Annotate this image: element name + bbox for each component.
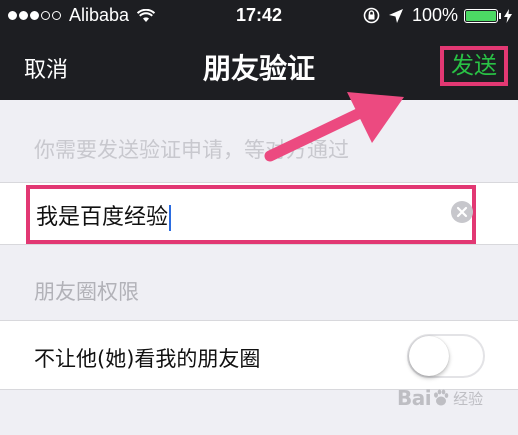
toggle-knob <box>409 336 449 376</box>
battery-percent: 100% <box>411 5 458 25</box>
watermark-brand: Bai <box>397 386 432 410</box>
hide-moments-label: 不让他(她)看我的朋友圈 <box>34 347 261 371</box>
clear-x-icon <box>456 206 468 218</box>
hide-moments-toggle[interactable] <box>407 334 485 378</box>
verification-message-input[interactable]: 我是百度经验 <box>36 199 172 231</box>
battery-fill <box>466 10 496 21</box>
status-right: 100% <box>363 5 512 26</box>
verification-message-row: 我是百度经验 <box>0 182 518 245</box>
baidu-jingyan-watermark: Bai 经验 <box>397 386 483 410</box>
hide-moments-row: 不让他(她)看我的朋友圈 <box>0 320 518 390</box>
navigation-bar: 取消 朋友验证 发送 <box>0 32 518 100</box>
charging-bolt-icon <box>504 8 512 23</box>
verification-hint: 你需要发送验证申请，等对方通过 <box>34 138 349 162</box>
clear-input-icon[interactable] <box>451 201 473 223</box>
send-button[interactable]: 发送 <box>440 46 508 86</box>
moments-permission-label: 朋友圈权限 <box>34 280 139 304</box>
text-caret <box>169 205 172 231</box>
status-bar: Alibaba 17:42 100% <box>0 0 518 32</box>
baidu-paw-icon <box>434 389 449 406</box>
watermark-sub: 经验 <box>453 389 484 408</box>
location-arrow-icon <box>388 8 403 23</box>
orientation-lock-icon <box>363 7 380 24</box>
battery-cap <box>499 12 501 19</box>
verification-message-value: 我是百度经验 <box>36 205 169 230</box>
battery-icon <box>464 8 498 23</box>
